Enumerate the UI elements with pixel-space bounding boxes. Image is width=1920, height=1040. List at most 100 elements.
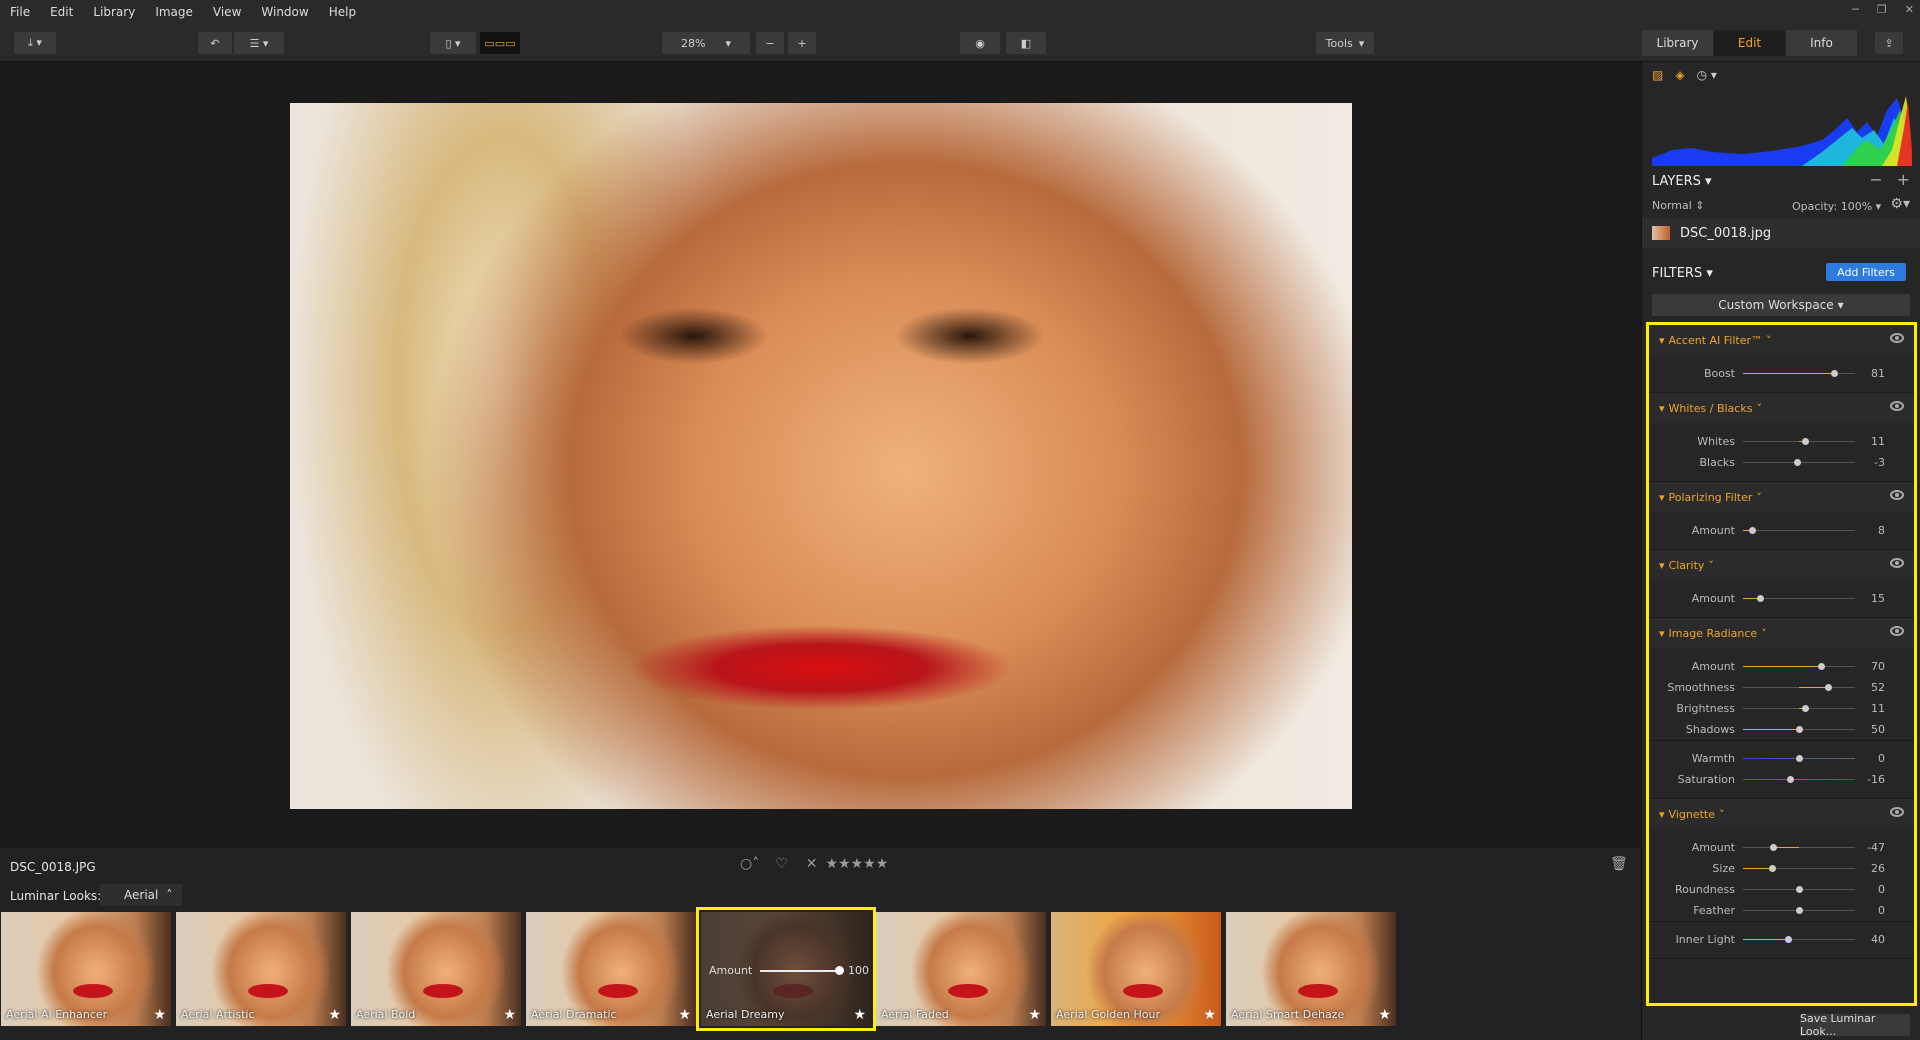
slider-knob[interactable] [1818,663,1826,670]
slider-row[interactable]: Boost 81 [1649,363,1914,384]
look-thumb[interactable]: Aerial Artistic ★ [176,912,346,1026]
slider-row[interactable]: Roundness 0 [1649,879,1914,900]
star-icon[interactable]: ★ [1203,1007,1216,1023]
slider-knob[interactable] [1830,370,1838,377]
slider-row[interactable]: Inner Light 40 [1649,929,1914,950]
gear-icon[interactable]: ⚙▾ [1890,196,1910,212]
heart-icon[interactable]: ♡ [775,856,788,872]
menu-file[interactable]: File [0,5,40,19]
slider-track[interactable] [1743,755,1855,762]
star-icon[interactable]: ★ [678,1007,691,1023]
eye-icon[interactable] [1890,626,1904,636]
look-thumb[interactable]: Aerial Bold ★ [351,912,521,1026]
slider-row[interactable]: Size 26 [1649,858,1914,879]
workspace-dropdown[interactable]: Custom Workspace ▾ [1652,294,1910,316]
slider-knob[interactable] [1802,705,1810,712]
preview-button[interactable]: ◉ [960,32,1000,54]
filter-header[interactable]: ▾ Accent AI Filter™ ˅ [1649,325,1914,355]
slider-knob[interactable] [1796,726,1803,733]
slider-knob[interactable] [1825,684,1833,691]
zoom-select[interactable]: 28% ▾ [662,32,750,54]
menu-edit[interactable]: Edit [40,5,83,19]
slider-knob[interactable] [1748,527,1756,534]
slider-knob[interactable] [1796,886,1803,893]
export-button[interactable]: ⤓ ▾ [14,32,56,54]
slider-row[interactable]: Amount -47 [1649,837,1914,858]
close-icon[interactable]: ✕ [1905,3,1914,16]
zoom-out-button[interactable]: − [756,32,784,54]
menu-window[interactable]: Window [251,5,318,19]
histogram-icon[interactable]: ▨ [1652,68,1663,82]
menu-library[interactable]: Library [83,5,145,19]
slider-knob[interactable] [1769,844,1777,851]
reject-icon[interactable]: ✕ [806,856,818,872]
slider-knob[interactable] [1794,459,1802,466]
compare-button[interactable]: ◧ [1006,32,1046,54]
layers-title[interactable]: LAYERS ▾ [1652,174,1712,189]
panel-layout-button[interactable]: ▯ ▾ [430,32,476,54]
slider-track[interactable] [1743,776,1855,783]
slider-row[interactable]: Blacks -3 [1649,452,1914,473]
slider-knob[interactable] [1796,907,1803,914]
look-thumb[interactable]: Aerial Golden Hour ★ [1051,912,1221,1026]
slider-track[interactable] [1743,907,1855,914]
edited-photo[interactable] [290,103,1352,809]
add-filters-button[interactable]: Add Filters [1826,263,1906,281]
slider-knob[interactable] [1769,865,1777,872]
slider-row[interactable]: Warmth 0 [1649,748,1914,769]
looks-category-dropdown[interactable]: Aerial ˄ [100,884,182,906]
slider-knob[interactable] [1787,776,1795,783]
menu-help[interactable]: Help [319,5,366,19]
look-thumb[interactable]: Aerial Smart Dehaze ★ [1226,912,1396,1026]
look-thumb[interactable]: Aerial Dramatic ★ [526,912,696,1026]
minimize-icon[interactable]: ─ [1852,3,1859,16]
slider-row[interactable]: Amount 8 [1649,520,1914,541]
slider-knob[interactable] [1784,936,1792,943]
slider-row[interactable]: Smoothness 52 [1649,677,1914,698]
star-icon[interactable]: ★ [503,1007,516,1023]
look-thumb[interactable]: Aerial Faded ★ [876,912,1046,1026]
tab-library[interactable]: Library [1642,30,1714,56]
trash-icon[interactable]: 🗑 [1610,856,1628,872]
slider-row[interactable]: Saturation -16 [1649,769,1914,790]
menu-image[interactable]: Image [145,5,203,19]
layers-icon[interactable]: ◈ [1675,68,1684,82]
tab-info[interactable]: Info [1786,30,1858,56]
history-icon[interactable]: ◷ ▾ [1697,68,1717,82]
slider-track[interactable] [1743,726,1855,733]
star-icon[interactable]: ★ [153,1007,166,1023]
eye-icon[interactable] [1890,558,1904,568]
slider-track[interactable] [1743,705,1855,712]
tools-dropdown[interactable]: Tools ▾ [1316,32,1374,54]
remove-layer-icon[interactable]: − [1869,170,1882,189]
eye-icon[interactable] [1890,401,1904,411]
slider-track[interactable] [1743,595,1855,602]
look-thumb-selected[interactable]: Amount 100 Aerial Dreamy ★ [696,907,876,1031]
slider-track[interactable] [1743,865,1855,872]
slider-track[interactable] [1743,370,1855,377]
look-thumb[interactable]: Aerial AI Enhancer ★ [1,912,171,1026]
slider-track[interactable] [1743,886,1855,893]
filmstrip-toggle-button[interactable]: ▭▭▭ [480,32,520,54]
history-button[interactable]: ☰ ▾ [234,32,284,54]
blend-mode-select[interactable]: Normal ⇕ [1652,199,1705,212]
menu-view[interactable]: View [203,5,251,19]
slider-track[interactable] [1743,459,1855,466]
filter-header[interactable]: ▾ Whites / Blacks ˅ [1649,393,1914,423]
slider-track[interactable] [1743,936,1855,943]
zoom-in-button[interactable]: + [788,32,816,54]
save-look-button[interactable]: Save Luminar Look... [1800,1012,1910,1038]
slider-row[interactable]: Amount 15 [1649,588,1914,609]
eye-icon[interactable] [1890,333,1904,343]
restore-icon[interactable]: ❐ [1877,3,1887,16]
filter-header[interactable]: ▾ Vignette ˅ [1649,799,1914,829]
eye-icon[interactable] [1890,490,1904,500]
star-icon[interactable]: ★ [853,1007,866,1023]
slider-track[interactable] [1743,527,1855,534]
slider-row[interactable]: Feather 0 [1649,900,1914,921]
slider-track[interactable] [1743,844,1855,851]
star-icon[interactable]: ★ [328,1007,341,1023]
share-button[interactable]: ⇪ [1875,32,1903,54]
opacity-select[interactable]: Opacity: 100% ▾ [1792,200,1881,213]
slider-row[interactable]: Shadows 50 [1649,719,1914,740]
